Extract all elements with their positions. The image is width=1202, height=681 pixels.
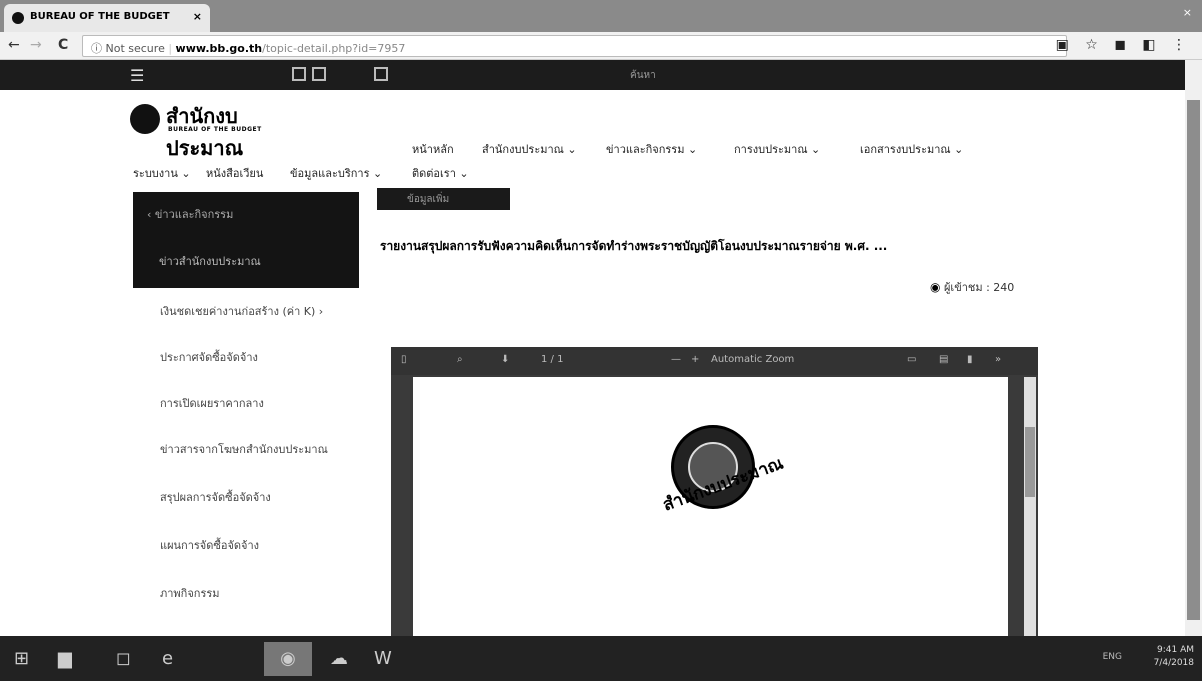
nav-services[interactable]: ข้อมูลและบริการ ⌄ [290,164,382,182]
nav-bureau[interactable]: สำนักงบประมาณ ⌄ [482,140,577,158]
pdf-scrollbar[interactable] [1024,377,1036,636]
browser-tab[interactable]: BUREAU OF THE BUDGET × [4,4,210,32]
security-indicator[interactable]: ⓘ Not secure [91,42,165,55]
windows-start-icon[interactable]: ⊞ [14,648,29,669]
url-host: www.bb.go.th [175,42,263,55]
nav-budgeting[interactable]: การงบประมาณ ⌄ [734,140,820,158]
viewer-count-label: ผู้เข้าชม : 240 [943,281,1015,294]
address-bar: ← → C ⓘ Not secure | www.bb.go.th/topic-… [0,32,1202,60]
article-title: รายงานสรุปผลการรับฟังความคิดเห็นการจัดทำ… [380,239,888,253]
forward-icon[interactable]: → [30,37,42,53]
edge-icon[interactable]: e [162,648,173,669]
sidebar-item[interactable]: ภาพกิจกรรม [160,584,220,602]
nav-systems[interactable]: ระบบงาน ⌄ [133,164,191,182]
back-icon[interactable]: ← [8,37,20,53]
search-icon[interactable]: ⌕ [457,354,463,365]
word-icon[interactable]: W [374,648,392,669]
presentation-icon[interactable]: ▭ [907,354,916,365]
reload-icon[interactable]: C [58,37,68,53]
nav-home[interactable]: หน้าหลัก [412,140,454,158]
browser-tab-strip: BUREAU OF THE BUDGET × × [0,0,1202,32]
zoom-out-icon[interactable]: — [671,354,681,365]
zoom-select[interactable]: Automatic Zoom [711,354,794,365]
eye-icon: ◉ [930,280,941,294]
nav-news[interactable]: ข่าวและกิจกรรม ⌄ [606,140,697,158]
social-icon[interactable] [312,67,326,81]
social-icon[interactable] [292,67,306,81]
page-down-icon[interactable]: ⬇ [501,354,509,365]
page-number[interactable]: 1 / 1 [541,354,563,365]
sidebar-item[interactable]: การเปิดเผยราคากลาง [160,394,264,412]
site-topbar: ☰ ค้นหา [0,60,1185,90]
print-icon[interactable]: ▮ [967,354,973,365]
chrome-taskbar-icon[interactable]: ◉ [264,642,312,676]
tray-language[interactable]: ENG [1103,652,1122,662]
os-taskbar: ⊞ ▆ ◻ e ◉ ☁ W ENG 9:41 AM 7/4/2018 [0,636,1202,681]
category-button[interactable]: ข้อมูลเพิ่ม [377,188,510,210]
window-close-icon[interactable]: × [1183,6,1192,19]
social-icon[interactable] [374,67,388,81]
page-scroll-thumb[interactable] [1187,100,1200,620]
sidebar-toggle-icon[interactable]: ▯ [401,354,407,365]
file-explorer-icon[interactable]: ▆ [58,648,72,669]
page-viewport: ☰ ค้นหา สำนักงบประมาณ BUREAU OF THE BUDG… [0,60,1202,636]
pdf-scroll-thumb[interactable] [1025,427,1035,497]
tab-title: BUREAU OF THE BUDGET [30,11,170,22]
site-logo[interactable]: สำนักงบประมาณ BUREAU OF THE BUDGET [130,100,310,160]
sidebar-item[interactable]: สรุปผลการจัดซื้อจัดจ้าง [160,488,271,506]
url-path: /topic-detail.php?id=7957 [262,42,406,55]
site-favicon-icon [12,12,24,24]
sidebar-back-link[interactable]: ‹ ข่าวและกิจกรรม [133,192,359,230]
topbar-search[interactable]: ค้นหา [630,68,656,83]
menu-icon[interactable]: ☰ [130,66,144,85]
pdf-toolbar: ▯ ⌕ ⬇ 1 / 1 — + Automatic Zoom ▭ ▤ ▮ » [391,347,1038,375]
clock-date: 7/4/2018 [1153,658,1194,668]
task-view-icon[interactable]: ◻ [116,648,131,669]
clock-time: 9:41 AM [1157,645,1194,655]
emblem-icon [130,104,160,134]
pdf-page: สำนักงบประมาณ [413,377,1008,636]
extension-icons[interactable]: ▣ ☆ ◼ ◧ ⋮ [1056,37,1192,53]
pdf-viewer[interactable]: ▯ ⌕ ⬇ 1 / 1 — + Automatic Zoom ▭ ▤ ▮ » ส… [391,347,1038,636]
taskbar-clock[interactable]: 9:41 AM 7/4/2018 [1154,644,1194,670]
tools-icon[interactable]: » [995,354,1001,365]
nav-contact[interactable]: ติดต่อเรา ⌄ [412,164,469,182]
nav-circulars[interactable]: หนังสือเวียน [206,164,263,182]
logo-subtitle: BUREAU OF THE BUDGET [168,126,262,133]
sidebar-item[interactable]: เงินชดเชยค่างานก่อสร้าง (ค่า K) › [160,302,323,320]
sidebar-item-active[interactable]: ข่าวสำนักงบประมาณ [133,230,359,288]
tab-close-icon[interactable]: × [193,10,202,23]
sidebar-item[interactable]: ข่าวสารจากโฆษกสำนักงบประมาณ [160,440,328,458]
sidebar-item[interactable]: ประกาศจัดซื้อจัดจ้าง [160,348,258,366]
zoom-in-icon[interactable]: + [691,354,699,365]
sidebar-item[interactable]: แผนการจัดซื้อจัดจ้าง [160,536,259,554]
nav-documents[interactable]: เอกสารงบประมาณ ⌄ [860,140,963,158]
url-input[interactable]: ⓘ Not secure | www.bb.go.th/topic-detail… [82,35,1067,57]
viewer-count: ◉ ผู้เข้าชม : 240 [930,278,1014,296]
open-file-icon[interactable]: ▤ [939,354,948,365]
cloud-icon[interactable]: ☁ [330,648,348,669]
page-scrollbar[interactable] [1185,60,1202,636]
